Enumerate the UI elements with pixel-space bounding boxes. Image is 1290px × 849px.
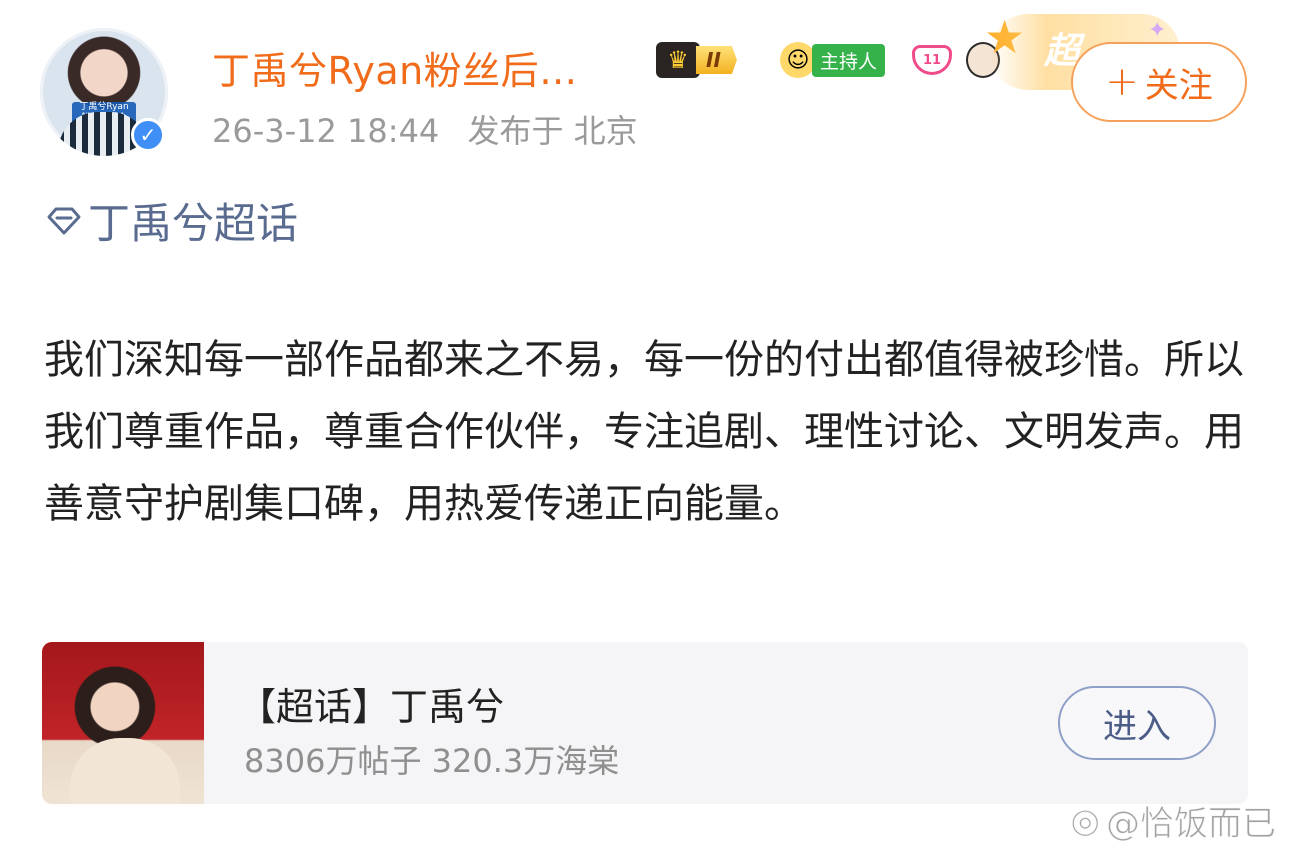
weibo-logo-icon: ◎ — [1070, 800, 1101, 841]
fan-level-text: II — [696, 46, 737, 74]
plus-icon: + — [1105, 59, 1139, 105]
verified-check-icon: ✓ — [131, 118, 165, 152]
watermark: ◎ @恰饭而已 — [1070, 796, 1277, 845]
host-badge-label: 主持人 — [812, 43, 886, 77]
supertopic-cover-image — [42, 642, 204, 804]
crown-icon: ♛ — [656, 42, 700, 78]
supertopic-link[interactable]: 丁禹兮超话 — [46, 190, 298, 251]
post-location: 发布于 北京 — [467, 112, 638, 150]
card-title: 【超话】丁禹兮 — [238, 685, 505, 729]
enter-button[interactable]: 进入 — [1058, 686, 1216, 760]
follow-button[interactable]: + 关注 — [1071, 42, 1247, 122]
author-name[interactable]: 丁禹兮Ryan粉丝后… — [212, 40, 578, 95]
gem-icon: 11 — [912, 45, 952, 75]
card-stats: 8306万帖子 320.3万海棠 — [244, 742, 620, 780]
post-time: 26-3-12 18:44 — [212, 112, 440, 150]
host-mascot-icon: ☺ — [780, 42, 816, 78]
cover-figure-shape — [70, 738, 180, 804]
post-meta: 26-3-12 18:44 发布于 北京 — [212, 106, 638, 152]
supertopic-name: 丁禹兮超话 — [88, 199, 299, 248]
diamond-icon — [47, 207, 81, 234]
follow-label: 关注 — [1144, 65, 1213, 106]
watermark-text: @恰饭而已 — [1106, 804, 1277, 845]
sparkle-icon: ✦ — [1148, 18, 1167, 43]
post-content: 我们深知每一部作品都来之不易，每一份的付出都值得被珍惜。所以我们尊重作品，尊重合… — [44, 337, 1244, 527]
fan-level-badge[interactable]: ♛ II — [656, 40, 768, 80]
supertopic-card[interactable]: 【超话】丁禹兮 8306万帖子 320.3万海棠 进入 — [42, 642, 1248, 804]
gem-level-badge[interactable]: 11 — [912, 40, 956, 80]
host-badge[interactable]: ☺ 主持人 — [780, 40, 886, 80]
